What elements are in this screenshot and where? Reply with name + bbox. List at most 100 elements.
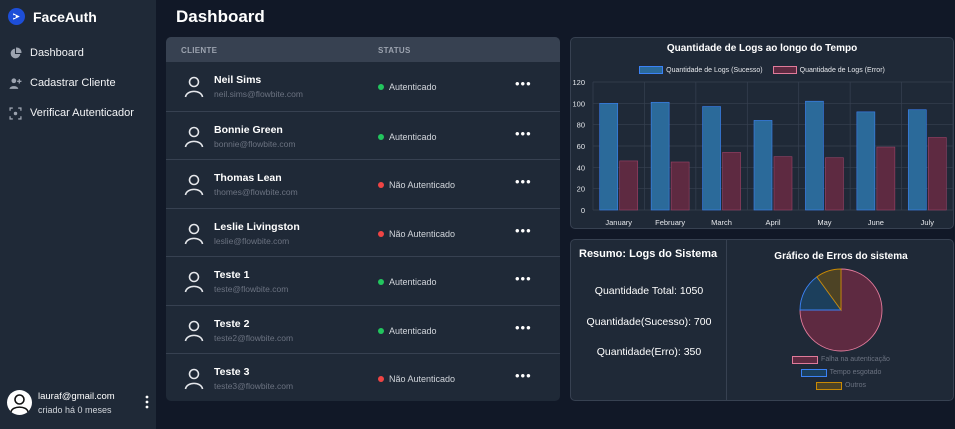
table-row[interactable]: Leslie Livingston leslie@flowbite.com Não … [166, 207, 560, 257]
bar-error [876, 146, 896, 211]
stat-error: Quantidade(Erro): 350 [596, 346, 702, 358]
faceauth-logo-icon [8, 8, 25, 25]
client-email: thomes@flowbite.com [214, 187, 298, 197]
pie-chart [799, 268, 883, 352]
user-email: lauraf@gmail.com [38, 390, 115, 402]
user-profile[interactable]: lauraf@gmail.com criado há 0 meses [7, 390, 152, 415]
status-dot [378, 376, 384, 382]
clients-table: CLIENTE STATUS Neil Sims neil.sims@flowbi… [166, 37, 560, 401]
y-tick-label: 0 [581, 206, 585, 215]
sidebar-item-verificar-autenticador[interactable]: Verificar Autenticador [0, 98, 156, 128]
bar-success [805, 100, 824, 211]
x-tick-label: May [817, 218, 831, 227]
status-label: Autenticado [389, 277, 437, 287]
bar-error [825, 157, 844, 211]
legend-swatch [815, 381, 842, 390]
status-badge: Autenticado [378, 277, 437, 287]
more-options-icon[interactable]: ••• [515, 126, 532, 141]
status-dot [378, 279, 384, 285]
status-label: Autenticado [389, 82, 437, 92]
status-label: Autenticado [389, 325, 437, 336]
status-label: Não Autenticado [389, 180, 456, 190]
status-badge: Autenticado [378, 326, 437, 336]
summary-panel: Resumo: Logs do Sistema Quantidade Total… [571, 240, 727, 400]
bar-error [619, 160, 639, 211]
logs-chart-card: Quantidade de Logs ao longo do Tempo Qua… [570, 37, 954, 229]
more-options-icon[interactable]: ••• [515, 76, 532, 91]
brand[interactable]: FaceAuth [8, 8, 97, 25]
user-icon [184, 76, 204, 98]
y-tick-label: 20 [577, 185, 585, 194]
client-email: bonnie@flowbite.com [214, 138, 296, 149]
table-row[interactable]: Bonnie Green bonnie@flowbite.com Autentica… [166, 110, 560, 160]
client-name: Teste 1 [214, 269, 250, 281]
user-icon [184, 174, 204, 196]
table-row[interactable]: Teste 2 teste2@flowbite.com Autenticado ••• [166, 304, 560, 354]
y-tick-label: 40 [577, 163, 585, 172]
sidebar-item-label: Cadastrar Cliente [30, 77, 116, 89]
x-tick-label: January [605, 218, 632, 227]
more-options-icon[interactable]: ••• [515, 320, 532, 335]
more-options-icon[interactable]: ••• [515, 174, 532, 189]
table-header: CLIENTE STATUS [166, 37, 560, 62]
sidebar-item-label: Verificar Autenticador [30, 107, 134, 119]
add-user-icon [8, 76, 22, 90]
sidebar-item-cadastrar-cliente[interactable]: Cadastrar Cliente [0, 68, 156, 98]
table-row[interactable]: Thomas Lean thomes@flowbite.com Não Autent… [166, 159, 560, 208]
stat-success: Quantidade(Sucesso): 700 [586, 316, 712, 328]
page-title: Dashboard [176, 7, 265, 26]
status-label: Autenticado [389, 131, 437, 142]
bar-success [650, 101, 670, 211]
status-badge: Não Autenticado [378, 229, 455, 239]
user-icon [184, 126, 204, 147]
user-created: criado há 0 meses [38, 404, 112, 415]
pie-legend-item[interactable]: Outros [727, 379, 955, 392]
client-email: teste2@flowbite.com [214, 332, 294, 343]
legend-swatch [800, 368, 827, 377]
legend-label: Tempo esgotado [829, 369, 882, 376]
more-options-icon[interactable]: ••• [515, 271, 532, 286]
column-header-client: CLIENTE [181, 46, 218, 55]
status-dot [378, 327, 384, 334]
client-name: Bonnie Green [214, 123, 283, 136]
bar-error [773, 156, 793, 211]
pie-legend-item[interactable]: Falha na autenticação [727, 353, 955, 366]
user-icon [184, 320, 204, 341]
avatar [7, 390, 32, 415]
client-name: Neil Sims [214, 74, 262, 86]
x-tick-label: April [765, 218, 780, 227]
bar-success [702, 106, 721, 211]
y-tick-label: 120 [572, 78, 585, 87]
client-email: teste@flowbite.com [214, 284, 289, 294]
y-tick-label: 80 [577, 121, 585, 130]
status-dot [378, 182, 384, 188]
client-name: Thomas Lean [214, 172, 282, 184]
user-menu-icon[interactable] [142, 395, 152, 411]
table-row[interactable]: Teste 3 teste3@flowbite.com Não Autenticad… [166, 353, 560, 401]
status-badge: Autenticado [378, 82, 437, 92]
more-options-icon[interactable]: ••• [515, 368, 532, 383]
sidebar-nav: Dashboard Cadastrar Cliente Verificar Au… [0, 38, 156, 128]
sidebar-item-dashboard[interactable]: Dashboard [0, 38, 156, 68]
status-badge: Autenticado [378, 132, 437, 142]
client-email: neil.sims@flowbite.com [214, 89, 303, 99]
x-tick-label: March [711, 218, 732, 227]
table-row[interactable]: Neil Sims neil.sims@flowbite.com Autentica… [166, 62, 560, 111]
table-row[interactable]: Teste 1 teste@flowbite.com Autenticado ••• [166, 256, 560, 305]
user-icon [184, 271, 204, 293]
legend-label: Falha na autenticação [821, 356, 890, 363]
bar-error [927, 137, 947, 211]
bar-success [753, 120, 773, 211]
pie-legend-item[interactable]: Tempo esgotado [727, 366, 955, 379]
status-dot [378, 84, 384, 90]
pie-chart-icon [8, 46, 22, 60]
more-options-icon[interactable]: ••• [515, 223, 532, 238]
app-name: FaceAuth [33, 8, 97, 25]
user-icon [184, 368, 204, 390]
legend-swatch [792, 355, 819, 364]
summary-card: Resumo: Logs do Sistema Quantidade Total… [570, 239, 954, 401]
client-name: Teste 3 [214, 366, 250, 378]
client-email: teste3@flowbite.com [214, 381, 294, 391]
stat-total: Quantidade Total: 1050 [594, 285, 704, 297]
bar-error [670, 161, 690, 211]
